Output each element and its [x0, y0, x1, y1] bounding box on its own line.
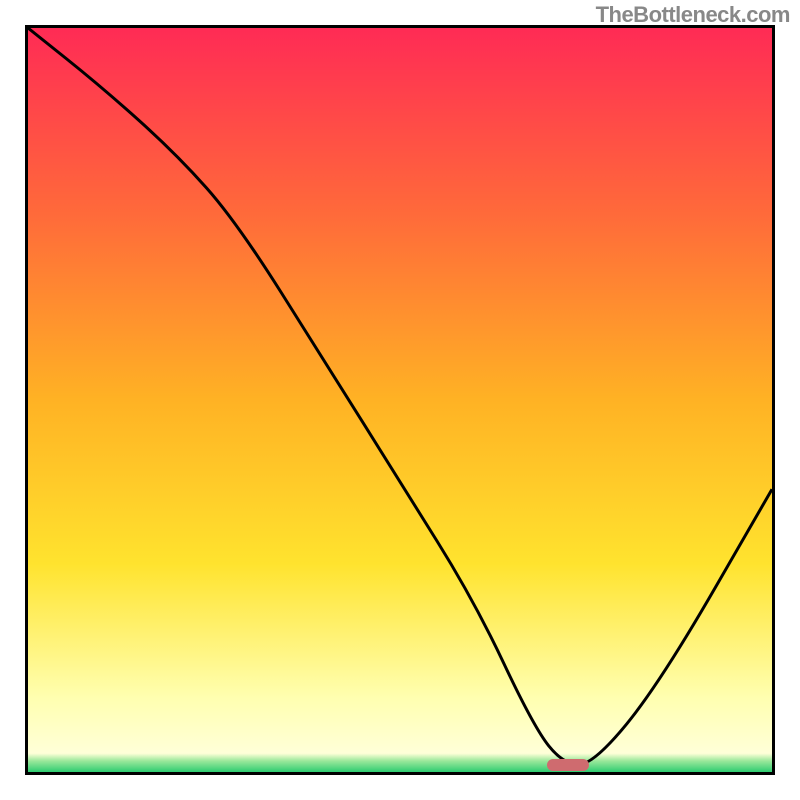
optimal-marker	[547, 759, 588, 771]
chart-curve	[28, 28, 772, 772]
plot-area	[25, 25, 775, 775]
